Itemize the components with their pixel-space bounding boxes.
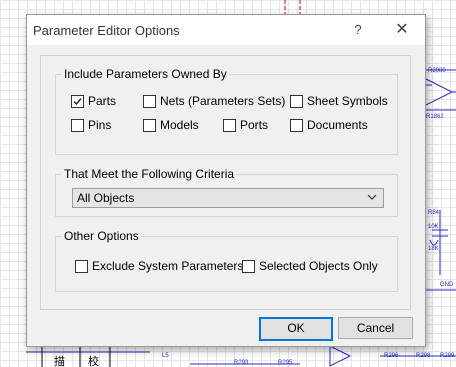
schematic-label-r296: R296 (384, 353, 399, 359)
checkbox-nets-box[interactable] (143, 94, 156, 108)
chevron-down-icon (367, 194, 377, 200)
schematic-label-r293: R293 (234, 360, 249, 366)
ok-button[interactable]: OK (259, 317, 333, 341)
dialog-title: Parameter Editor Options (33, 23, 180, 38)
schematic-label-r299: R299 (440, 353, 455, 359)
other-options-group: Other Options Exclude System Parameters … (55, 229, 398, 292)
checkbox-parts[interactable]: Parts (71, 94, 116, 108)
schematic-label-l5: L5 (162, 353, 169, 359)
checkbox-parts-label: Parts (88, 94, 117, 108)
checkbox-documents-label: Documents (307, 118, 368, 132)
criteria-select-value: All Objects (77, 191, 135, 205)
owned-by-title: Include Parameters Owned By (62, 67, 229, 81)
schematic-label-10k: 10K (428, 224, 439, 230)
checkbox-nets[interactable]: Nets (Parameters Sets) (143, 94, 285, 108)
checkbox-exclude-system-parameters-label: Exclude System Parameters (92, 259, 244, 273)
criteria-select[interactable]: All Objects (72, 188, 384, 208)
checkbox-pins-box[interactable] (71, 118, 84, 132)
checkbox-parts-box[interactable] (71, 94, 84, 108)
close-button[interactable]: ✕ (387, 19, 417, 41)
parameter-editor-options-dialog: Parameter Editor Options ? ✕ Include Par… (26, 14, 426, 347)
schematic-label-r84: R84 (428, 210, 440, 216)
cancel-button[interactable]: Cancel (338, 317, 413, 339)
schematic-label-18k: 18K (428, 246, 439, 252)
checkbox-models[interactable]: Models (143, 118, 199, 132)
checkbox-sheet-symbols[interactable]: Sheet Symbols (290, 94, 388, 108)
options-panel: Include Parameters Owned By Parts Nets (… (40, 55, 411, 310)
checkbox-ports[interactable]: Ports (223, 118, 268, 132)
checkbox-pins[interactable]: Pins (71, 118, 111, 132)
checkbox-ports-box[interactable] (223, 118, 236, 132)
checkbox-documents-box[interactable] (290, 118, 303, 132)
checkbox-selected-objects-only-box[interactable] (242, 259, 255, 273)
schematic-label-r2080: R2080 (428, 68, 446, 74)
criteria-group: That Meet the Following Criteria All Obj… (55, 167, 398, 217)
checkbox-models-label: Models (160, 118, 199, 132)
checkbox-selected-objects-only-label: Selected Objects Only (259, 259, 378, 273)
checkbox-exclude-system-parameters[interactable]: Exclude System Parameters (75, 259, 243, 273)
title-block-cell-1: 描 (54, 354, 65, 367)
check-icon (73, 97, 82, 105)
schematic-label-r1862: R1862 (426, 114, 444, 120)
checkbox-models-box[interactable] (143, 118, 156, 132)
checkbox-selected-objects-only[interactable]: Selected Objects Only (242, 259, 378, 273)
checkbox-ports-label: Ports (240, 118, 269, 132)
owned-by-group: Include Parameters Owned By Parts Nets (… (55, 67, 398, 155)
checkbox-pins-label: Pins (88, 118, 112, 132)
criteria-title: That Meet the Following Criteria (62, 167, 237, 181)
checkbox-sheet-symbols-box[interactable] (290, 94, 303, 108)
help-button[interactable]: ? (345, 19, 371, 41)
title-bar[interactable]: Parameter Editor Options ? ✕ (27, 15, 425, 45)
title-block-cell-2: 校 (88, 354, 99, 367)
checkbox-nets-label: Nets (Parameters Sets) (160, 94, 286, 108)
other-options-title: Other Options (62, 229, 141, 243)
schematic-label-r295: R295 (278, 360, 293, 366)
checkbox-sheet-symbols-label: Sheet Symbols (307, 94, 388, 108)
checkbox-exclude-system-parameters-box[interactable] (75, 259, 88, 273)
schematic-label-gnd: GND (440, 282, 454, 288)
checkbox-documents[interactable]: Documents (290, 118, 368, 132)
schematic-label-r298: R298 (416, 353, 431, 359)
